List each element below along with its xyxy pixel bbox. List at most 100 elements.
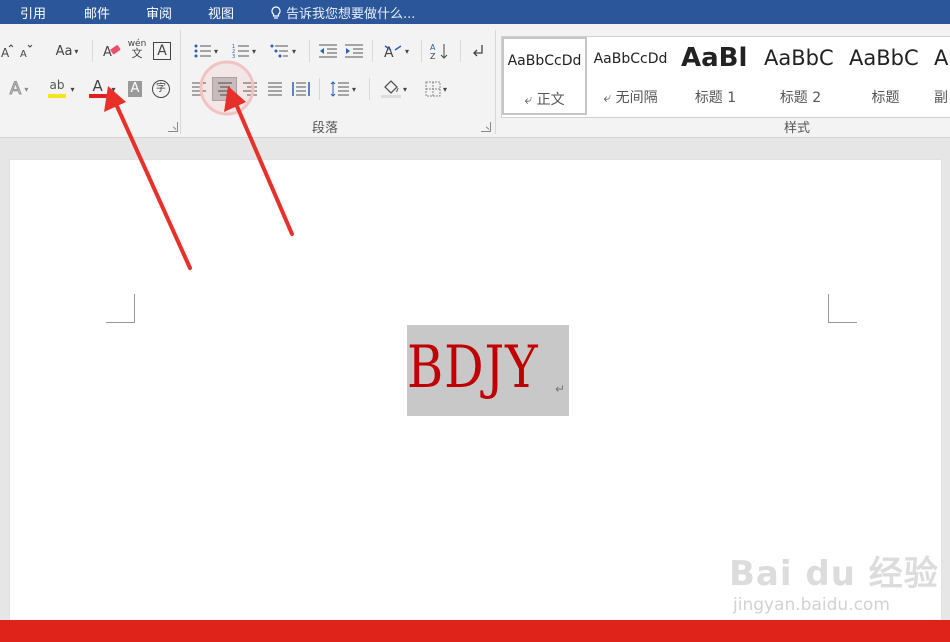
- sort-button[interactable]: AZ: [428, 40, 452, 62]
- shrink-font-button[interactable]: A: [18, 40, 34, 62]
- align-left-button[interactable]: [188, 78, 210, 100]
- tab-view[interactable]: 视图: [208, 3, 234, 22]
- style-preview: AaBl: [681, 43, 748, 73]
- separator: [369, 78, 370, 100]
- svg-text:A: A: [1, 46, 10, 58]
- separator: [421, 40, 422, 62]
- highlighter-icon: ab: [47, 78, 67, 99]
- paragraph-mark-icon: [473, 45, 483, 57]
- character-border-label: A: [153, 42, 171, 60]
- style-preview: AaBbC: [764, 46, 834, 70]
- bottom-bar: [0, 620, 950, 642]
- change-case-label: Aa: [55, 43, 73, 59]
- style-no-spacing[interactable]: AaBbCcDd ⤶ 无间隔: [588, 37, 673, 115]
- style-name: 标题: [871, 90, 900, 106]
- tell-me-text: 告诉我您想要做什么...: [286, 7, 416, 22]
- show-hide-marks-button[interactable]: [466, 40, 488, 62]
- separator: [372, 40, 373, 62]
- bullets-icon: [194, 44, 211, 58]
- character-shading-button[interactable]: A: [125, 78, 145, 100]
- numbering-icon: 123: [232, 44, 249, 59]
- style-preview: A: [934, 46, 949, 70]
- svg-text:A: A: [103, 45, 112, 60]
- tab-mailings[interactable]: 邮件: [84, 3, 110, 22]
- align-center-button[interactable]: [212, 77, 237, 101]
- line-spacing-icon: [330, 81, 349, 97]
- separator: [309, 40, 310, 62]
- document-text[interactable]: BDJY: [407, 327, 538, 407]
- font-color-icon: A: [88, 77, 108, 99]
- highlight-button[interactable]: ab ▾: [44, 78, 78, 100]
- style-title[interactable]: AaBbC 标题: [843, 37, 928, 115]
- svg-text:A: A: [430, 43, 436, 52]
- chinese-layout-icon: A: [384, 45, 402, 60]
- svg-text:Z: Z: [430, 52, 436, 60]
- styles-gallery: AaBbCcDd ⤶ 正文 AaBbCcDd ⤶ 无间隔 AaBl 标题 1 A…: [501, 36, 950, 118]
- numbering-button[interactable]: 1 2 3 ▾: [228, 40, 260, 62]
- style-heading-2[interactable]: AaBbC 标题 2: [758, 37, 843, 115]
- style-subtitle[interactable]: A 副: [928, 37, 950, 115]
- dropdown-arrow-icon: ▾: [251, 46, 256, 56]
- style-name: ⤶ 无间隔: [603, 90, 658, 106]
- justify-icon: [268, 82, 282, 96]
- style-name: 标题 1: [694, 90, 737, 106]
- align-left-icon: [192, 82, 206, 96]
- dropdown-arrow-icon: ▾: [213, 46, 218, 56]
- decrease-indent-button[interactable]: [316, 40, 340, 62]
- phonetic-guide-bottom: 文: [131, 47, 143, 60]
- baidu-watermark: Bai du 经验 jingyan.baidu.com: [729, 546, 939, 615]
- font-color-button[interactable]: A ▾: [84, 77, 120, 100]
- borders-button[interactable]: ▾: [418, 78, 454, 100]
- line-spacing-button[interactable]: ▾: [326, 78, 360, 100]
- grow-font-icon: A: [1, 44, 13, 58]
- svg-text:A: A: [384, 45, 394, 60]
- dropdown-arrow-icon: ▾: [70, 84, 75, 94]
- paragraph-dialog-launcher[interactable]: [481, 122, 491, 132]
- distributed-button[interactable]: [289, 78, 313, 100]
- dropdown-arrow-icon: ▾: [24, 84, 29, 94]
- separator: [180, 30, 181, 134]
- tab-references[interactable]: 引用: [20, 3, 46, 22]
- watermark-url: jingyan.baidu.com: [733, 595, 890, 615]
- lightbulb-icon: [271, 6, 281, 19]
- shrink-font-icon: A: [20, 44, 33, 58]
- phonetic-guide-button[interactable]: wén 文: [126, 38, 148, 60]
- bullets-button[interactable]: ▾: [190, 40, 222, 62]
- svg-text:A: A: [20, 49, 27, 58]
- text-effects-button[interactable]: A ▾: [4, 78, 34, 100]
- dropdown-arrow-icon: ▾: [404, 46, 409, 56]
- font-dialog-launcher[interactable]: [168, 122, 178, 132]
- grow-font-button[interactable]: A: [0, 40, 14, 62]
- change-case-button[interactable]: Aa ▾: [50, 40, 84, 62]
- styles-group-label: 样式: [784, 121, 811, 136]
- style-normal[interactable]: AaBbCcDd ⤶ 正文: [502, 37, 587, 115]
- decrease-indent-icon: [319, 44, 337, 58]
- chinese-layout-button[interactable]: A ▾: [378, 40, 414, 62]
- paragraph-mark: ↵: [555, 382, 566, 396]
- align-right-button[interactable]: [239, 78, 261, 100]
- text-effects-label: A: [9, 79, 22, 100]
- distributed-icon: [292, 82, 310, 96]
- separator: [319, 78, 320, 100]
- style-name: 标题 2: [779, 90, 822, 106]
- clear-formatting-button[interactable]: A: [101, 40, 123, 62]
- shading-button[interactable]: ▾: [376, 78, 412, 100]
- multilevel-list-button[interactable]: ▾: [266, 40, 300, 62]
- svg-text:3: 3: [232, 54, 235, 59]
- font-color-bar: [89, 94, 108, 98]
- dropdown-arrow-icon: ▾: [402, 84, 407, 94]
- tell-me-box[interactable]: 告诉我您想要做什么...: [270, 3, 415, 22]
- dropdown-arrow-icon: ▾: [351, 84, 356, 94]
- dropdown-arrow-icon: ▾: [291, 46, 296, 56]
- tab-review[interactable]: 审阅: [146, 3, 172, 22]
- style-heading-1[interactable]: AaBl 标题 1: [673, 37, 758, 115]
- character-border-button[interactable]: A: [152, 40, 172, 62]
- align-right-icon: [243, 82, 257, 96]
- justify-button[interactable]: [264, 78, 286, 100]
- style-preview: AaBbC: [849, 46, 919, 70]
- borders-icon: [425, 81, 441, 97]
- enclose-characters-button[interactable]: 字: [150, 78, 172, 100]
- increase-indent-button[interactable]: [342, 40, 366, 62]
- enclose-characters-label: 字: [152, 80, 170, 98]
- separator: [92, 40, 93, 62]
